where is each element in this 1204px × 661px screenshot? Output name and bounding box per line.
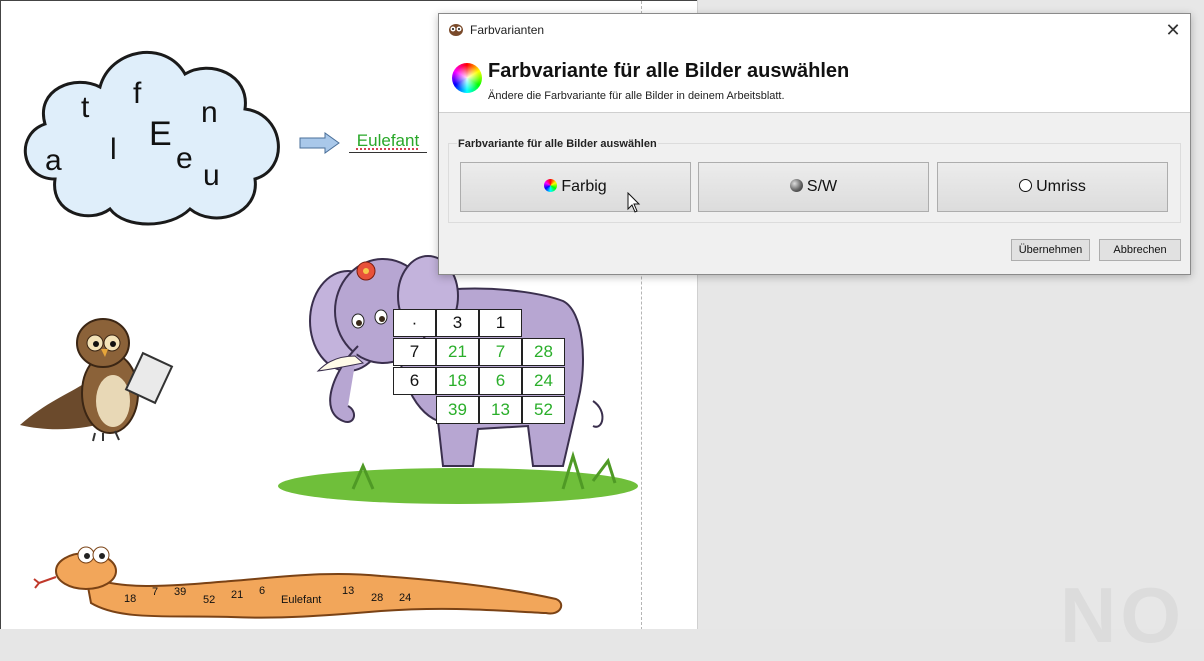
snake-label: 13: [342, 585, 355, 597]
watermark-logo: NO: [1060, 571, 1185, 659]
grid-cell: 52: [522, 396, 565, 424]
close-icon: ✕: [1165, 20, 1181, 40]
color-variant-dialog: Farbvarianten ✕ Farbvariante für alle Bi…: [438, 13, 1191, 275]
dialog-header: Farbvariante für alle Bilder auswählen Ä…: [439, 46, 1190, 113]
dialog-heading: Farbvariante für alle Bilder auswählen: [488, 60, 850, 82]
grid-cell: 28: [522, 338, 565, 366]
group-label: Farbvariante für alle Bilder auswählen: [457, 138, 658, 150]
cloud-letter: f: [133, 77, 142, 110]
dialog-description: Ändere die Farbvariante für alle Bilder …: [488, 90, 785, 102]
app-icon: [449, 24, 463, 36]
cloud-letter: a: [45, 144, 62, 177]
snake-label: 18: [124, 593, 137, 605]
grid-cell: 18: [436, 367, 479, 395]
arrow-right-icon: [299, 132, 340, 154]
grid-cell: 1: [479, 309, 522, 337]
grid-cell: 7: [393, 338, 436, 366]
snake-label: 7: [152, 586, 159, 598]
answer-word-text: Eulefant: [356, 131, 420, 150]
snake-label: 21: [231, 589, 244, 601]
variant-color-button[interactable]: Farbig: [460, 162, 691, 212]
apply-button[interactable]: Übernehmen: [1011, 239, 1090, 261]
variant-outline-label: Umriss: [1036, 178, 1086, 195]
grey-sphere-icon: [789, 179, 803, 192]
cloud-letter: n: [201, 96, 218, 129]
cloud-letter: t: [81, 91, 90, 124]
grid-cell: 39: [436, 396, 479, 424]
grid-cell: 3: [436, 309, 479, 337]
grid-cell: 7: [479, 338, 522, 366]
snake-label: 39: [174, 586, 187, 598]
answer-word: Eulefant: [349, 131, 427, 153]
grid-cell: 6: [479, 367, 522, 395]
cloud-letter: u: [203, 159, 220, 192]
snake-label: Eulefant: [281, 594, 322, 606]
variant-outline-button[interactable]: Umriss: [937, 162, 1168, 212]
grid-cell: 21: [436, 338, 479, 366]
grid-cell: 13: [479, 396, 522, 424]
snake-label: 24: [399, 592, 412, 604]
snake-label: 6: [259, 585, 266, 597]
variant-color-label: Farbig: [561, 178, 607, 195]
grid-cell: ·: [393, 309, 436, 337]
color-wheel-icon: [544, 179, 558, 192]
snake-label: 52: [203, 594, 216, 606]
snake-label: 28: [371, 592, 384, 604]
cloud-letter: e: [176, 142, 193, 175]
cloud-letter: l: [110, 133, 117, 166]
cancel-button[interactable]: Abbrechen: [1099, 239, 1181, 261]
variant-bw-label: S/W: [806, 178, 838, 195]
grid-cell: 24: [522, 367, 565, 395]
snake-illustration: [33, 546, 563, 619]
mouse-cursor-icon: [627, 192, 641, 213]
dialog-titlebar: Farbvarianten ✕: [439, 14, 1190, 46]
cloud-letter: E: [149, 115, 172, 153]
color-wheel-icon: [452, 63, 482, 93]
variant-bw-button[interactable]: S/W: [698, 162, 929, 212]
window-title: Farbvarianten: [470, 23, 545, 37]
owl-illustration: [20, 318, 174, 442]
grid-cell: 6: [393, 367, 436, 395]
close-button[interactable]: ✕: [1156, 14, 1190, 46]
outline-circle-icon: [1019, 179, 1033, 192]
